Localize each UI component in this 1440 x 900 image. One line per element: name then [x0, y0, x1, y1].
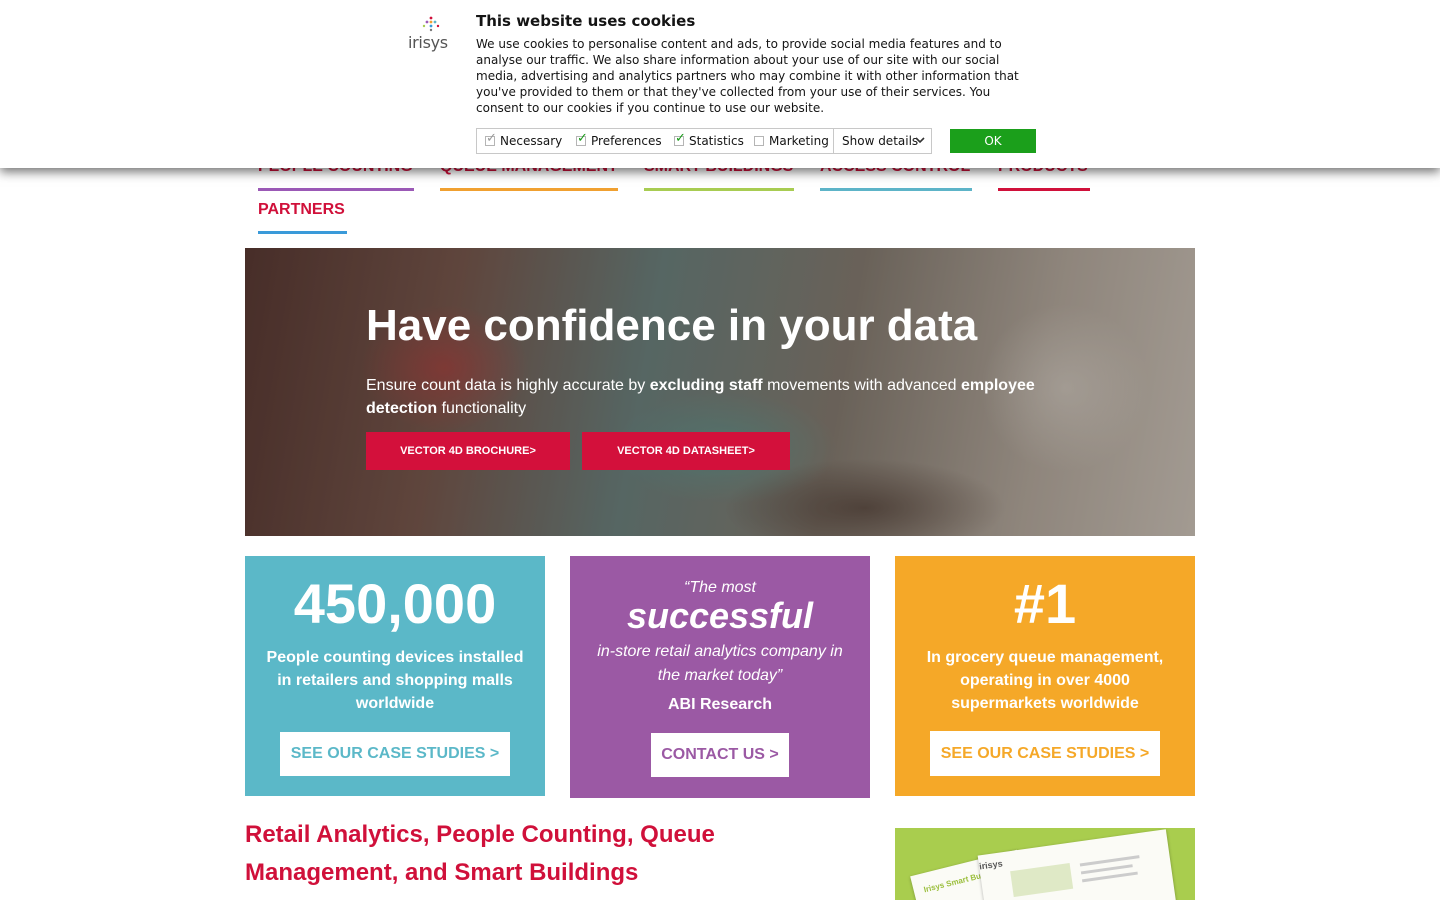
quote-source: ABI Research — [667, 696, 773, 713]
irisys-logo: irisys — [408, 16, 452, 56]
stat-box-quote: “The most successful in-store retail ana… — [570, 556, 870, 798]
cookie-option-marketing[interactable]: Marketing — [754, 129, 829, 153]
show-details-select[interactable]: Show details — [833, 129, 931, 153]
preferences-checkbox[interactable]: ✓ — [576, 132, 588, 146]
stat-box-devices: 450,000 People counting devices installe… — [245, 556, 545, 796]
checkmark-icon: ✓ — [675, 131, 686, 146]
stat-description: People counting devices installed in ret… — [266, 649, 524, 712]
cookie-option-statistics[interactable]: ✓ Statistics — [674, 129, 744, 153]
checkmark-icon: ✓ — [486, 131, 497, 146]
cookie-options: ✓ Necessary ✓ Preferences ✓ Statistics M… — [476, 128, 932, 154]
statistics-checkbox[interactable]: ✓ — [674, 132, 686, 146]
nav-item-partners[interactable]: PARTNERS — [258, 200, 347, 234]
cookie-banner: irisys This website uses cookies We use … — [0, 0, 1440, 168]
case-studies-button[interactable]: SEE OUR CASE STUDIES > — [280, 732, 510, 776]
checkmark-icon: ✓ — [577, 131, 588, 146]
quote-rest: in-store retail analytics company in the… — [597, 643, 843, 684]
smart-buildings-brochure-image[interactable]: Irisys Smart Buildings irisys — [895, 828, 1195, 900]
hero-subtitle: Ensure count data is highly accurate by … — [366, 377, 1035, 417]
hero-title: Have confidence in your data — [366, 301, 978, 350]
cookie-title: This website uses cookies — [476, 12, 696, 30]
hero-banner: Have confidence in your data Ensure coun… — [245, 248, 1195, 536]
cookie-option-preferences[interactable]: ✓ Preferences — [576, 129, 662, 153]
chevron-down-icon — [915, 137, 925, 144]
section-heading: Retail Analytics, People Counting, Queue… — [245, 821, 715, 886]
stat-description: In grocery queue management, operating i… — [926, 649, 1164, 712]
contact-us-button[interactable]: CONTACT US > — [651, 733, 789, 777]
cookie-ok-button[interactable]: OK — [950, 129, 1036, 153]
case-studies-button[interactable]: SEE OUR CASE STUDIES > — [930, 731, 1160, 776]
stat-number: #1 — [1013, 572, 1077, 635]
cookie-option-necessary[interactable]: ✓ Necessary — [485, 129, 562, 153]
vector-4d-brochure-button[interactable]: VECTOR 4D BROCHURE> — [366, 432, 570, 470]
vector-4d-datasheet-button[interactable]: VECTOR 4D DATASHEET> — [582, 432, 790, 470]
cookie-text: We use cookies to personalise content an… — [476, 37, 1019, 115]
stat-box-grocery: #1 In grocery queue management, operatin… — [895, 556, 1195, 796]
necessary-checkbox[interactable]: ✓ — [485, 132, 497, 146]
stat-number: 450,000 — [293, 572, 497, 635]
hero-content: Have confidence in your data Ensure coun… — [366, 300, 1046, 420]
logo-dots-icon — [422, 16, 440, 32]
brochure-page: irisys — [977, 829, 1179, 900]
marketing-checkbox[interactable] — [754, 136, 764, 146]
quote-highlight: successful — [626, 595, 814, 636]
